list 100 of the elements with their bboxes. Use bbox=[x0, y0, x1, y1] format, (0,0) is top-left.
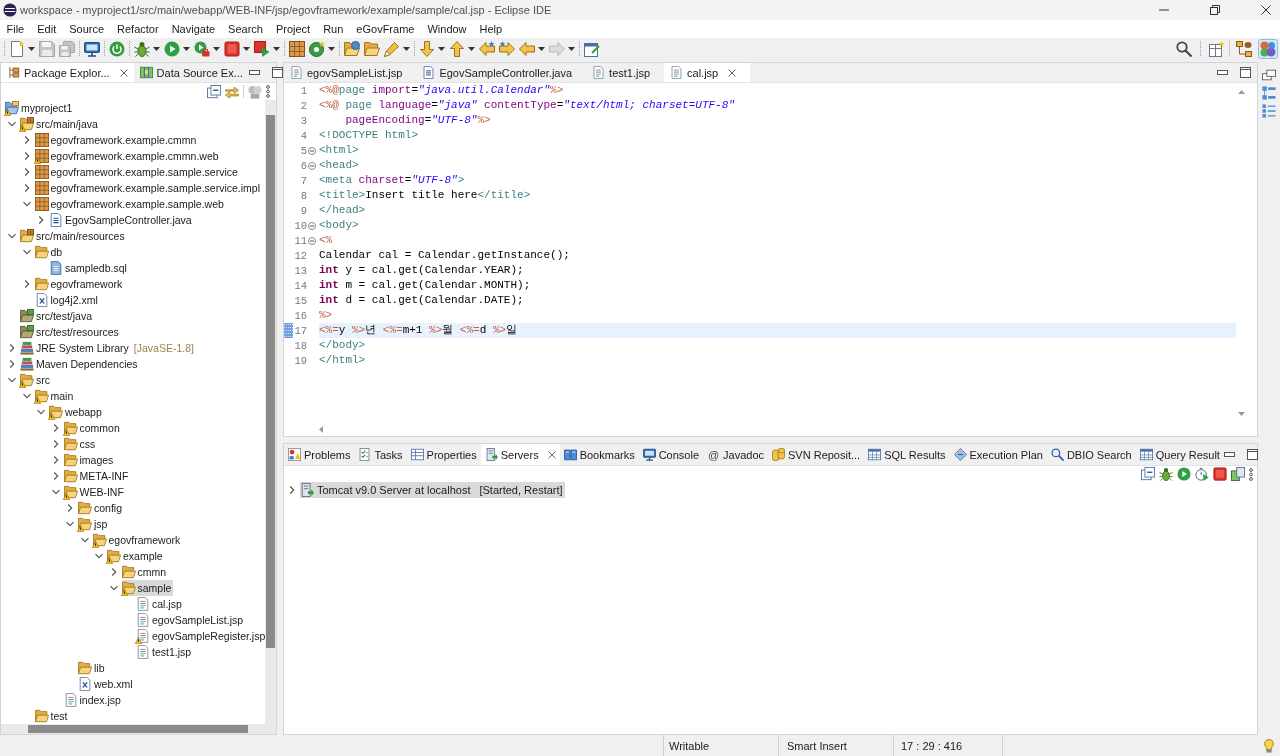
chevron-icon[interactable] bbox=[22, 168, 31, 176]
close-icon[interactable] bbox=[547, 450, 556, 459]
stop-icon[interactable] bbox=[224, 40, 240, 57]
new-class-icon[interactable] bbox=[309, 40, 325, 57]
tree-item[interactable]: cmmn bbox=[121, 564, 169, 580]
tree-item[interactable]: webapp bbox=[49, 404, 104, 420]
tree-item[interactable]: Maven Dependencies bbox=[20, 356, 140, 372]
tree-item[interactable]: common bbox=[63, 420, 122, 436]
tree-item[interactable]: jsp bbox=[78, 516, 110, 532]
maximize-icon[interactable] bbox=[1240, 67, 1251, 78]
spheres-icon[interactable] bbox=[1258, 38, 1278, 59]
caret-icon[interactable] bbox=[328, 46, 335, 51]
chevron-icon[interactable] bbox=[51, 488, 60, 496]
close-icon[interactable] bbox=[1261, 5, 1271, 15]
view-tab[interactable]: Tasks bbox=[354, 444, 407, 465]
tree-item[interactable]: JRE System Library [JavaSE-1.8] bbox=[20, 340, 196, 356]
chevron-icon[interactable] bbox=[8, 344, 16, 352]
chevron-icon[interactable] bbox=[109, 584, 118, 592]
view-tab[interactable]: Package Explor... bbox=[1, 63, 134, 82]
menu-item[interactable]: Source bbox=[62, 20, 111, 38]
editor-tab[interactable]: test1.jsp bbox=[586, 63, 665, 82]
scrollbar-track[interactable] bbox=[265, 100, 276, 724]
chevron-icon[interactable] bbox=[66, 504, 74, 512]
tree-item[interactable]: myproject1 bbox=[5, 100, 75, 116]
menu-item[interactable]: eGovFrame bbox=[349, 20, 421, 38]
editor-tab[interactable]: cal.jsp bbox=[664, 63, 751, 82]
stopwatch-icon[interactable] bbox=[1195, 467, 1209, 481]
chevron-icon[interactable] bbox=[37, 216, 45, 224]
tree-item[interactable]: main bbox=[34, 388, 76, 404]
tree-item[interactable]: css bbox=[63, 436, 98, 452]
kebab-menu-icon[interactable] bbox=[1249, 467, 1253, 481]
caret-icon[interactable] bbox=[28, 46, 35, 51]
chevron-icon[interactable] bbox=[66, 520, 74, 528]
play-toolbox-icon[interactable] bbox=[194, 40, 210, 57]
chevron-icon[interactable] bbox=[37, 408, 45, 416]
caret-icon[interactable] bbox=[153, 46, 160, 51]
caret-icon[interactable] bbox=[243, 46, 250, 51]
hierarchy-icon[interactable] bbox=[1234, 38, 1254, 59]
fold-icon[interactable] bbox=[307, 236, 316, 245]
tree-item[interactable]: sample bbox=[121, 580, 174, 596]
tree-item[interactable]: egovSampleRegister.jsp bbox=[136, 628, 265, 644]
new-file-icon[interactable] bbox=[9, 40, 25, 57]
arrow-down-icon[interactable] bbox=[419, 40, 435, 57]
chevron-icon[interactable] bbox=[51, 472, 60, 480]
tree-item[interactable]: egovframework bbox=[34, 276, 125, 292]
tree-item[interactable]: web.xml bbox=[78, 676, 135, 692]
tree-item[interactable]: egovSampleList.jsp bbox=[136, 612, 246, 628]
bug-icon[interactable] bbox=[1159, 467, 1173, 481]
fold-icon[interactable] bbox=[307, 161, 316, 170]
tree-item[interactable]: example bbox=[107, 548, 165, 564]
menu-item[interactable]: Window bbox=[420, 20, 474, 38]
close-icon[interactable] bbox=[728, 68, 737, 77]
chevron-icon[interactable] bbox=[22, 248, 31, 256]
tree-item[interactable]: egovframework.example.cmmn bbox=[34, 132, 199, 148]
link-arrows-icon[interactable] bbox=[225, 84, 239, 99]
tree-item[interactable]: egovframework.example.cmmn.web bbox=[34, 148, 221, 164]
kebab-menu-icon[interactable] bbox=[266, 85, 270, 98]
search-icon[interactable] bbox=[1176, 40, 1192, 57]
scrollbar-thumb[interactable] bbox=[28, 725, 248, 733]
window-pin-icon[interactable] bbox=[584, 40, 600, 57]
collapse-all-icon[interactable] bbox=[207, 84, 221, 99]
lightbulb-icon[interactable] bbox=[1262, 738, 1276, 753]
chevron-icon[interactable] bbox=[109, 568, 118, 576]
view-tab[interactable]: Data Source Ex... bbox=[133, 63, 249, 82]
editor-tab[interactable]: EgovSampleController.java bbox=[416, 63, 587, 82]
chevron-icon[interactable] bbox=[288, 486, 296, 494]
tree-item[interactable]: src/main/java bbox=[20, 116, 100, 132]
menu-item[interactable]: Navigate bbox=[165, 20, 222, 38]
chevron-icon[interactable] bbox=[8, 360, 16, 368]
tree-item[interactable]: src/main/resources bbox=[20, 228, 127, 244]
menu-item[interactable]: Refactor bbox=[110, 20, 166, 38]
view-tab[interactable]: SQL Results bbox=[864, 444, 950, 465]
tree-item[interactable]: egovframework.example.sample.service.impl bbox=[34, 180, 262, 196]
tree-item[interactable]: src/test/resources bbox=[20, 324, 121, 340]
tree-item[interactable]: EgovSampleController.java bbox=[49, 212, 194, 228]
maximize-icon[interactable] bbox=[1246, 449, 1258, 460]
fold-icon[interactable] bbox=[307, 221, 316, 230]
tree-item[interactable]: db bbox=[34, 244, 65, 260]
view-tab[interactable]: DBIO Search bbox=[1046, 444, 1136, 465]
chevron-icon[interactable] bbox=[95, 552, 103, 560]
scrollbar-thumb[interactable] bbox=[266, 115, 275, 648]
scroll-up-icon[interactable] bbox=[1238, 90, 1245, 94]
caret-icon[interactable] bbox=[468, 46, 475, 51]
caret-icon[interactable] bbox=[183, 46, 190, 51]
menu-item[interactable]: Help bbox=[473, 20, 509, 38]
stop-icon[interactable] bbox=[1213, 467, 1227, 481]
arrow-right-star-icon[interactable] bbox=[499, 40, 515, 57]
chevron-icon[interactable] bbox=[22, 136, 31, 144]
stop-play-icon[interactable] bbox=[254, 40, 270, 57]
arrow-up-icon[interactable] bbox=[449, 40, 465, 57]
tree-item[interactable]: log4j2.xml bbox=[34, 292, 100, 308]
view-tab[interactable]: Bookmarks bbox=[559, 444, 639, 465]
chevron-icon[interactable] bbox=[8, 376, 16, 384]
view-tab[interactable]: SVN Reposit... bbox=[768, 444, 865, 465]
scrollbar-track[interactable] bbox=[1, 724, 276, 734]
chevron-icon[interactable] bbox=[80, 536, 89, 544]
tree-item[interactable]: src/test/java bbox=[20, 308, 95, 324]
tree-item[interactable]: cal.jsp bbox=[136, 596, 184, 612]
monitor-icon[interactable] bbox=[84, 40, 100, 57]
scroll-down-icon[interactable] bbox=[1238, 412, 1245, 416]
